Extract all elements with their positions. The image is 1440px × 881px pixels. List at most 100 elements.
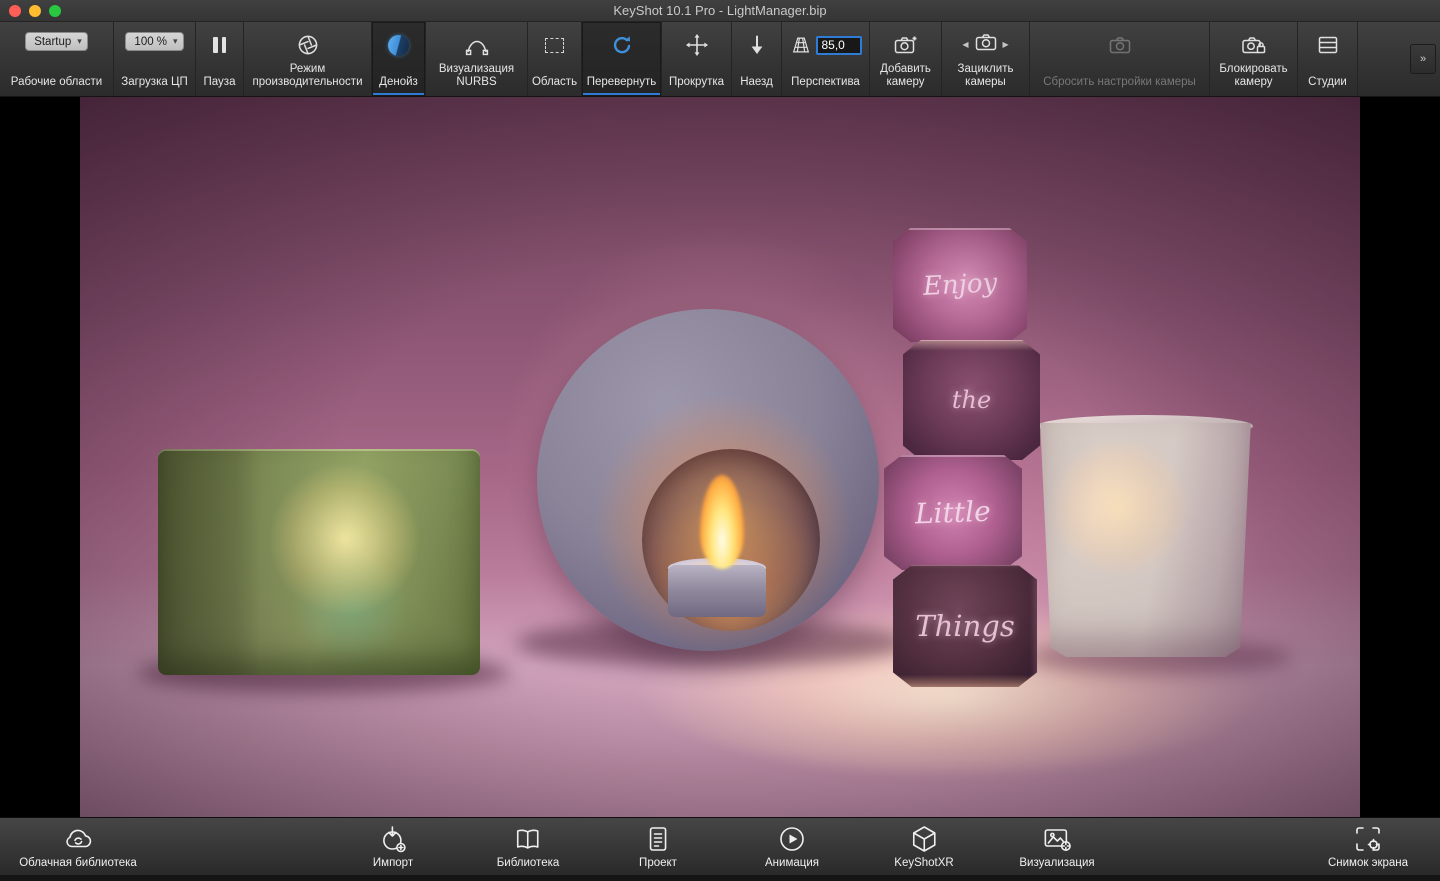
perspective-grid-icon [790,34,812,56]
workspaces-group: Startup ▾ Рабочие области [0,22,114,96]
chevron-down-icon: ▾ [173,36,178,47]
import-icon [377,823,409,855]
green-candle-holder [158,449,480,675]
perspective-group: Перспектива [782,22,870,96]
tealight-candle [668,565,766,617]
tealight-top [668,558,766,578]
toolbar-spacer [1358,22,1406,96]
dock-animation[interactable]: Анимация [765,823,819,869]
nurbs-render-button[interactable]: Визуализация NURBS [426,22,528,96]
dock-bottom-strip [0,875,1440,881]
round-candle-holder [537,309,879,651]
dock-label: Библиотека [497,857,560,869]
viewport-area: Enjoy the Little Things [0,97,1440,817]
dock-label: Визуализация [1019,857,1094,869]
cube-text: Things [915,609,1014,643]
window-title: KeyShot 10.1 Pro - LightManager.bip [0,3,1440,18]
chevrons-icon: » [1420,53,1426,65]
pause-icon [213,30,226,60]
rotate-arrow-icon [610,30,634,60]
performance-mode-label: Режим производительности [248,63,367,90]
bottom-toolbar: Облачная библиотека Импорт Библиотек [0,817,1440,881]
reset-camera-button: Сбросить настройки камеры [1030,22,1210,96]
project-document-icon [642,823,674,855]
add-camera-icon [893,30,919,60]
denoise-button[interactable]: Денойз [372,22,426,96]
tumble-button[interactable]: Перевернуть [582,22,662,96]
cube-text: Enjoy [922,268,998,302]
cpu-usage-dropdown[interactable]: 100 % ▾ [125,32,183,51]
lock-camera-label: Блокировать камеру [1214,63,1293,90]
pause-button[interactable]: Пауза [196,22,244,96]
animation-play-icon [776,823,808,855]
holder-shadow [516,619,908,667]
lock-camera-button[interactable]: Блокировать камеру [1210,22,1298,96]
nurbs-render-label: Визуализация NURBS [430,63,523,90]
workspace-dropdown-value: Startup [34,36,71,48]
studios-button[interactable]: Студии [1298,22,1358,96]
cube-text: Little [915,495,992,531]
white-cup [1038,423,1253,657]
workspace-dropdown[interactable]: Startup ▾ [25,32,88,51]
tumble-label: Перевернуть [587,76,657,90]
next-camera-arrow-icon[interactable]: ▶ [1003,40,1009,49]
window-controls [9,5,61,17]
pan-button[interactable]: Прокрутка [662,22,732,96]
library-book-icon [512,823,544,855]
reset-camera-label: Сбросить настройки камеры [1043,76,1196,90]
dock-label: KeyShotXR [894,857,953,869]
studios-label: Студии [1308,76,1347,90]
dock-project[interactable]: Проект [639,823,677,869]
decor-cube-things: Things [893,565,1037,687]
region-icon [545,30,564,60]
fullscreen-button[interactable] [49,5,61,17]
workspaces-label: Рабочие области [11,76,102,90]
dock-keyshotxr[interactable]: KeyShotXR [894,823,953,869]
render-viewport[interactable]: Enjoy the Little Things [80,97,1360,817]
white-cup-rim [1038,415,1253,437]
decor-cube-the: the [903,340,1040,460]
denoise-icon [388,30,409,60]
render-image-icon [1041,823,1073,855]
pause-label: Пауза [204,76,236,90]
dock-render[interactable]: Визуализация [1019,823,1094,869]
dock-label: Проект [639,857,677,869]
keyshot-window: KeyShot 10.1 Pro - LightManager.bip Star… [0,0,1440,881]
dock-screenshot[interactable]: Снимок экрана [1328,823,1408,869]
pan-label: Прокрутка [669,76,724,90]
floor-spotlight [640,602,1260,772]
performance-mode-button[interactable]: Режим производительности [244,22,372,96]
camera-icon[interactable] [974,30,998,59]
region-button[interactable]: Область [528,22,582,96]
dock-import[interactable]: Импорт [373,823,413,869]
region-label: Область [532,76,577,90]
minimize-button[interactable] [29,5,41,17]
main-toolbar: Startup ▾ Рабочие области 100 % ▾ Загруз… [0,22,1440,97]
add-camera-label: Добавить камеру [874,63,937,90]
vignette-overlay [80,97,1360,817]
add-camera-button[interactable]: Добавить камеру [870,22,942,96]
perspective-label: Перспектива [791,76,860,90]
dock-label: Облачная библиотека [19,857,137,869]
dock-library[interactable]: Библиотека [497,823,560,869]
dolly-arrow-icon [745,30,769,60]
cup-shadow [1026,639,1292,675]
toolbar-overflow-toggle[interactable]: » [1410,44,1436,74]
cloud-library-icon [62,823,94,855]
cycle-cameras-group: ◀ ▶ Зациклить камеры [942,22,1030,96]
prev-camera-arrow-icon[interactable]: ◀ [962,40,968,49]
wall-glow [80,97,1360,817]
cpu-usage-group: 100 % ▾ Загрузка ЦП [114,22,196,96]
cpu-usage-label: Загрузка ЦП [121,76,187,90]
dock-cloud-library[interactable]: Облачная библиотека [19,823,137,869]
dolly-button[interactable]: Наезд [732,22,782,96]
candle-holder-opening [642,449,820,631]
close-button[interactable] [9,5,21,17]
dock-label: Снимок экрана [1328,857,1408,869]
aperture-icon [296,30,320,60]
perspective-field[interactable] [816,36,862,55]
keyshotxr-cube-icon [908,823,940,855]
studios-icon [1316,30,1340,60]
nurbs-curve-icon [465,30,489,60]
decor-cube-little: Little [884,455,1022,570]
